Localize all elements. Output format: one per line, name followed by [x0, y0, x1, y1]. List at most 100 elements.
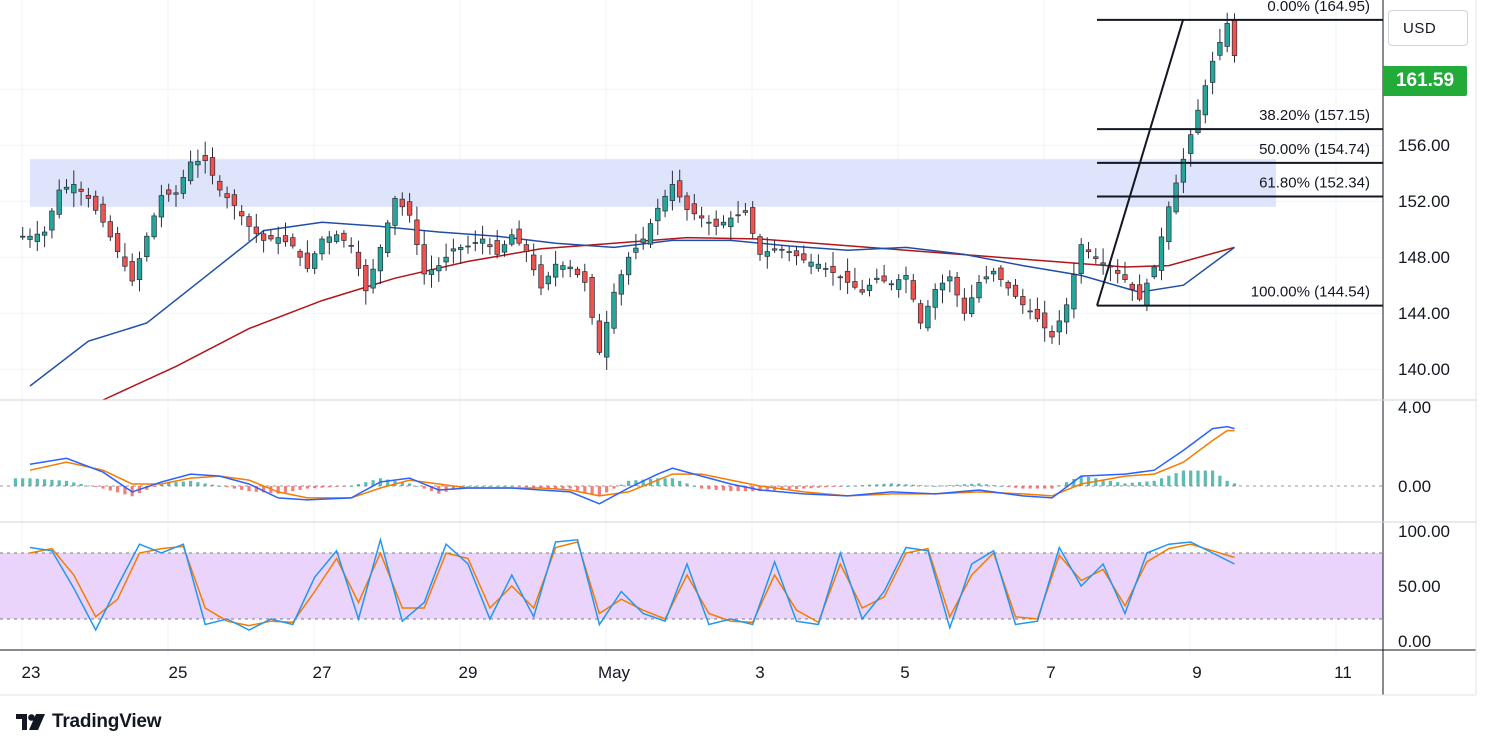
candle-body: [494, 240, 500, 255]
candle-body: [1129, 283, 1135, 290]
candle-body: [260, 233, 267, 241]
macd-histogram-bar: [1013, 486, 1018, 488]
macd-histogram-bar: [327, 486, 331, 488]
macd-histogram-bar: [1159, 478, 1164, 486]
time-tick-label: 25: [169, 663, 188, 682]
candle-body: [304, 252, 311, 269]
candle-body: [633, 247, 639, 253]
macd-histogram-bar: [1181, 470, 1185, 486]
candle-body: [888, 283, 895, 286]
candle-body: [158, 195, 165, 218]
macd-histogram-bar: [495, 486, 499, 487]
candle-body: [728, 217, 734, 228]
candle-body: [640, 238, 646, 243]
tradingview-brand[interactable]: TradingView: [16, 711, 162, 733]
candle-body: [560, 265, 566, 270]
macd-histogram-bar: [590, 486, 594, 495]
candle-body: [932, 289, 938, 308]
candle-body: [421, 244, 427, 275]
macd-histogram-bar: [1108, 480, 1112, 486]
macd-histogram-bar: [203, 483, 207, 486]
candle-body: [268, 235, 274, 240]
candle-body: [698, 215, 705, 219]
macd-histogram-bar: [736, 486, 740, 492]
candle-body: [1173, 182, 1179, 213]
macd-histogram-bar: [1123, 483, 1127, 486]
candle-body: [1093, 256, 1099, 259]
candle-body: [465, 245, 471, 248]
candle-body: [377, 247, 384, 272]
candle-body: [136, 258, 143, 281]
candle-body: [552, 263, 559, 278]
candle-body: [224, 193, 230, 199]
macd-histogram-bar: [1174, 473, 1178, 486]
candle-body: [771, 248, 778, 251]
candle-body: [355, 251, 362, 269]
candle-body: [1078, 244, 1084, 274]
macd-histogram-bar: [824, 486, 828, 488]
macd-histogram-bar: [50, 479, 54, 486]
candle-body: [56, 189, 62, 215]
candle-body: [1049, 330, 1055, 338]
macd-histogram-bar: [853, 485, 857, 487]
candle-body: [363, 265, 369, 292]
macd-histogram-bar: [919, 485, 923, 486]
candle-body: [479, 238, 486, 244]
candle-body: [808, 261, 814, 267]
fib-label-0: 0.00% (164.95): [1267, 0, 1370, 15]
macd-histogram-bar: [1152, 480, 1156, 486]
macd-histogram-bar: [575, 486, 580, 491]
macd-histogram-bar: [904, 484, 908, 486]
macd-histogram-bar: [1057, 485, 1061, 487]
candle-body: [1027, 310, 1033, 313]
macd-histogram-bar: [108, 486, 112, 491]
candle-body: [823, 268, 829, 270]
candle-body: [275, 237, 281, 244]
macd-histogram-bar: [955, 484, 959, 486]
candle-body: [574, 268, 581, 276]
candle-body: [71, 184, 77, 194]
price-tick-label: 144.00: [1398, 304, 1450, 323]
macd-histogram-bar: [1116, 482, 1120, 486]
candle-body: [114, 233, 121, 252]
macd-histogram-bar: [1211, 470, 1215, 486]
candle-body: [917, 303, 924, 324]
macd-histogram-bar: [116, 486, 120, 493]
currency-selector[interactable]: USD: [1388, 10, 1468, 46]
macd-histogram-bar: [415, 486, 419, 487]
candle-body: [1115, 269, 1121, 274]
candle-body: [1042, 312, 1048, 329]
macd-histogram-bar: [422, 486, 426, 489]
macd-histogram-bar: [35, 478, 39, 486]
macd-histogram-bar: [692, 486, 696, 487]
candle-body: [1144, 282, 1150, 306]
candle-body: [107, 221, 113, 238]
candle-body: [253, 226, 259, 234]
candle-body: [1071, 274, 1077, 310]
fibonacci-retracement[interactable]: 0.00% (164.95) 38.20% (157.15) 50.00% (154…: [1096, 0, 1383, 307]
candle-body: [1202, 85, 1208, 116]
macd-histogram-bar: [729, 486, 733, 492]
candle-body: [954, 276, 960, 296]
candle-body: [1136, 284, 1143, 300]
macd-histogram-bar: [1145, 481, 1149, 486]
time-tick-label: 7: [1046, 663, 1055, 682]
macd-histogram-bar: [349, 486, 353, 487]
macd-histogram-bar: [1218, 475, 1222, 486]
candle-body: [1100, 262, 1106, 266]
candle-body: [604, 321, 610, 358]
candle-body: [779, 248, 785, 251]
macd-signal-line: [29, 429, 1235, 499]
candle-body: [523, 244, 530, 252]
macd-histogram-bar: [225, 486, 229, 488]
macd-histogram-bar: [992, 485, 996, 486]
candle-body: [100, 203, 106, 223]
candle-body: [618, 274, 624, 295]
candle-body: [173, 192, 179, 195]
time-tick-label: 27: [313, 663, 332, 682]
macd-histogram-bar: [816, 486, 820, 488]
macd-histogram-bar: [291, 486, 295, 492]
chart-canvas[interactable]: 0.00% (164.95) 38.20% (157.15) 50.00% (154…: [0, 0, 1491, 748]
macd-histogram-bar: [831, 486, 835, 487]
macd-pane: [0, 425, 1383, 505]
